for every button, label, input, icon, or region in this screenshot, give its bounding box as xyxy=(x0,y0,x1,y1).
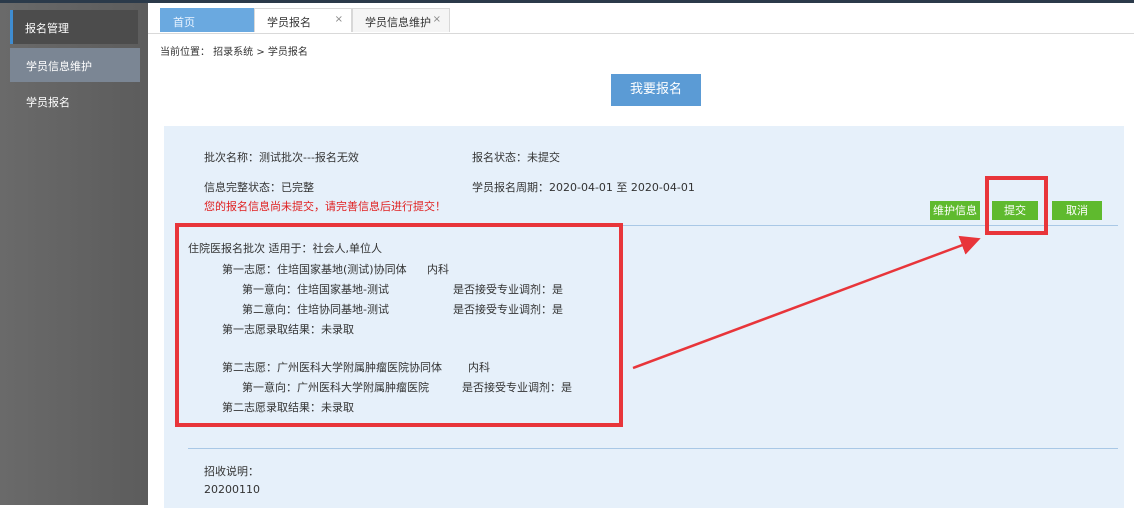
annotation-arrow-icon xyxy=(632,235,981,370)
